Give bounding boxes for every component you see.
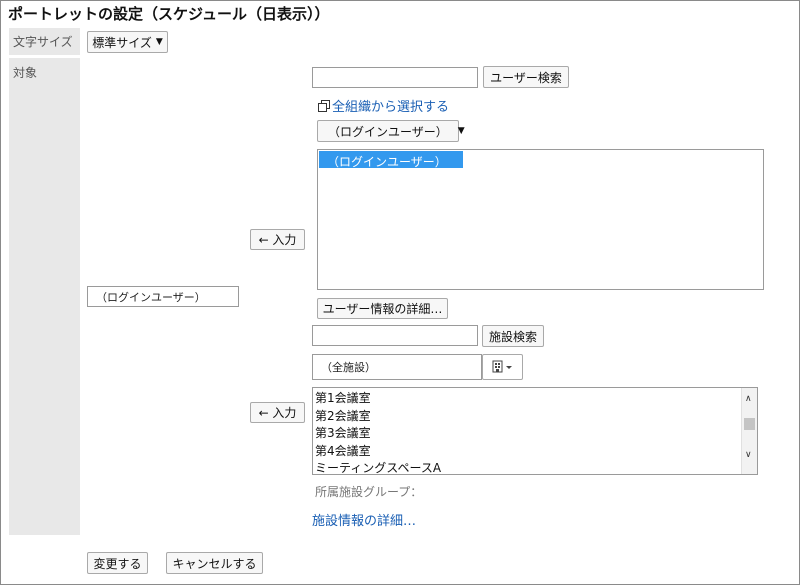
user-details-button[interactable]: ユーザー情報の詳細…	[317, 298, 448, 319]
facility-search-input[interactable]	[312, 325, 478, 346]
facility-picker-icon	[492, 360, 512, 373]
font-size-selected: 標準サイズ	[92, 35, 152, 50]
scroll-up-icon[interactable]: ∧	[745, 394, 752, 404]
facility-list-item[interactable]: 第4会議室	[315, 442, 371, 459]
add-user-button[interactable]: ← 入力	[250, 229, 305, 250]
font-size-label: 文字サイズ	[13, 35, 73, 49]
user-candidate-listbox[interactable]: （ログインユーザー）	[317, 149, 764, 290]
target-label-cell	[9, 58, 80, 535]
chevron-down-icon: ▼	[155, 37, 163, 47]
user-group-dropdown[interactable]: （ログインユーザー） ▼	[317, 120, 465, 142]
scroll-thumb[interactable]	[744, 418, 755, 430]
scroll-down-icon[interactable]: ∨	[745, 450, 752, 460]
facility-list-scrollbar[interactable]: ∧ ∨	[741, 388, 757, 474]
submit-button[interactable]: 変更する	[87, 552, 148, 574]
facility-list-item[interactable]: 第1会議室	[315, 389, 371, 406]
user-list-item-selected[interactable]: （ログインユーザー）	[319, 151, 463, 169]
facility-group-caption: 所属施設グループ：	[315, 485, 423, 499]
facility-group-field[interactable]: （全施設）	[312, 354, 482, 380]
selected-target-field[interactable]: （ログインユーザー）	[87, 286, 239, 307]
font-size-select[interactable]: 標準サイズ ▼	[87, 31, 168, 53]
facility-group-picker-button[interactable]	[482, 354, 523, 380]
target-label: 対象	[13, 66, 38, 80]
chevron-down-icon: ▼	[457, 126, 465, 136]
facility-list-item[interactable]: 第2会議室	[315, 407, 371, 424]
cancel-button[interactable]: キャンセルする	[166, 552, 263, 574]
facility-list-item[interactable]: ミーティングスペースA	[315, 459, 441, 476]
org-select-link-wrap[interactable]: 全組織から選択する	[318, 96, 449, 115]
facility-list-item[interactable]: 第3会議室	[315, 424, 371, 441]
user-search-input[interactable]	[312, 67, 478, 88]
user-group-selected: （ログインユーザー）	[328, 124, 448, 139]
popup-window-icon	[318, 99, 330, 112]
org-select-link[interactable]: 全組織から選択する	[332, 96, 449, 115]
facility-details-link[interactable]: 施設情報の詳細…	[312, 510, 416, 529]
add-facility-button[interactable]: ← 入力	[250, 402, 305, 423]
user-search-button[interactable]: ユーザー検索	[483, 66, 569, 88]
facility-candidate-listbox[interactable]: 第1会議室 第2会議室 第3会議室 第4会議室 ミーティングスペースA ∧ ∨	[312, 387, 758, 475]
facility-search-button[interactable]: 施設検索	[482, 325, 544, 347]
page-title: ポートレットの設定（スケジュール（日表示））	[8, 5, 330, 23]
